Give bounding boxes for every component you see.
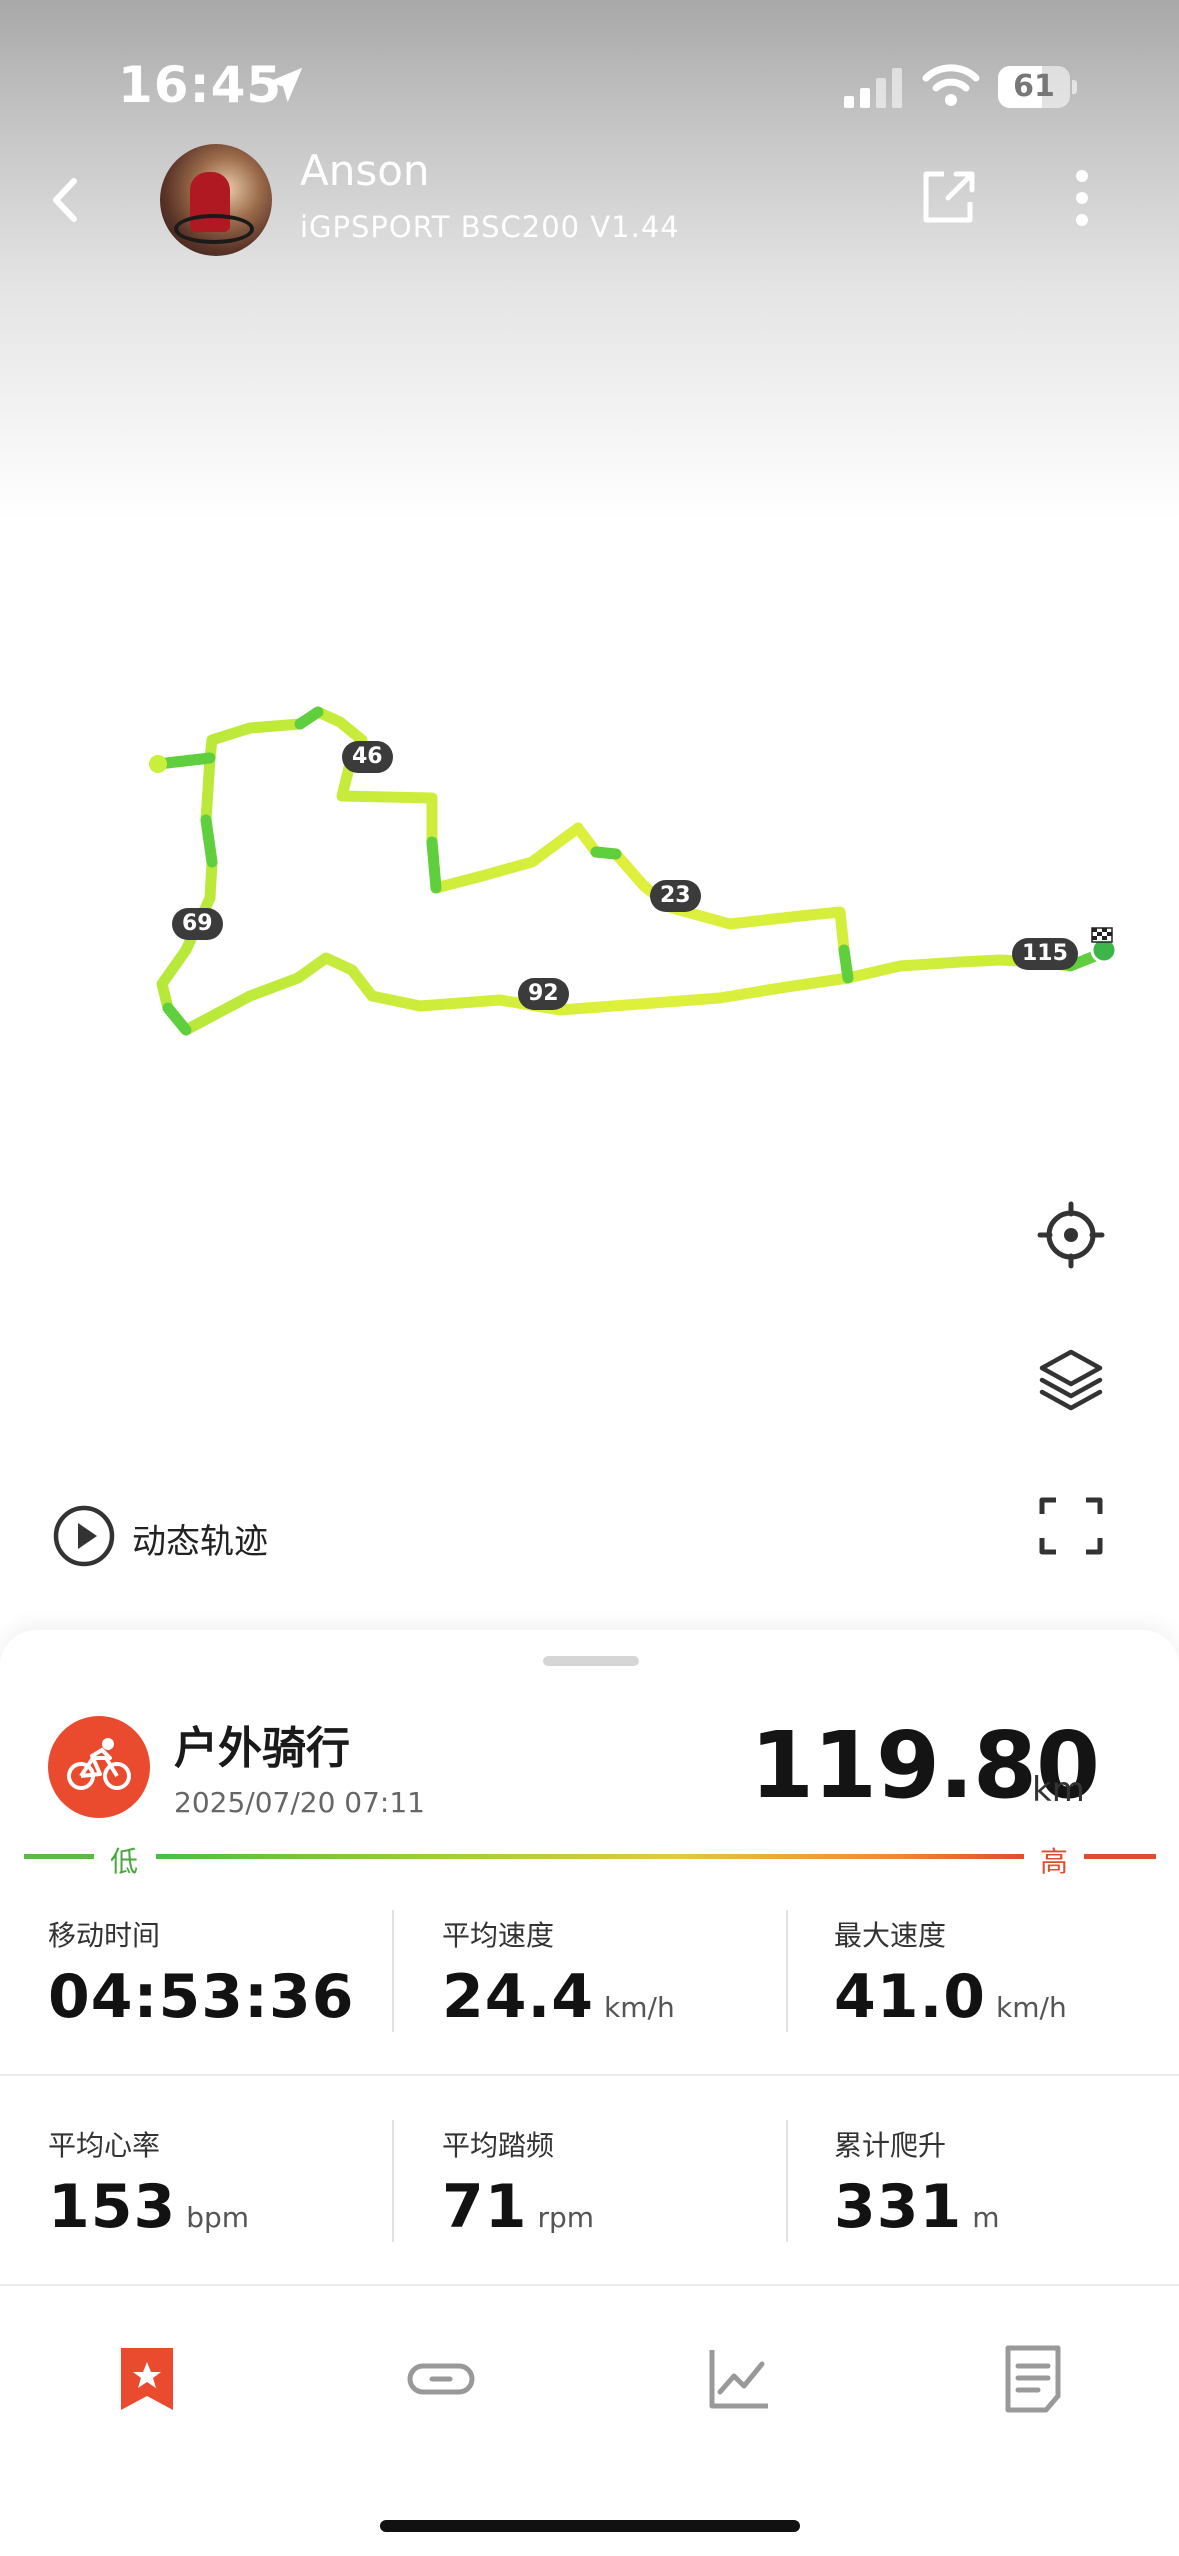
link-icon[interactable]	[406, 2344, 476, 2414]
chart-line-icon[interactable]	[704, 2344, 774, 2414]
km-marker: 46	[342, 741, 393, 773]
home-indicator[interactable]	[380, 2520, 800, 2532]
stat-value: 24.4 km/h	[442, 1962, 675, 2032]
divider	[392, 1910, 394, 2032]
stat-value: 41.0 km/h	[834, 1962, 1067, 2032]
divider	[392, 2120, 394, 2242]
stat-label: 移动时间	[48, 1919, 161, 1952]
divider	[0, 2074, 1179, 2076]
scale-high-label: 高	[1040, 1845, 1069, 1878]
route-start-point	[149, 755, 167, 773]
finish-flag-icon	[1091, 927, 1113, 943]
stat-label: 平均速度	[442, 1919, 555, 1952]
km-marker: 23	[650, 880, 701, 912]
km-marker: 69	[172, 908, 223, 940]
divider	[786, 1910, 788, 2032]
activity-type-badge	[48, 1716, 150, 1818]
scale-low-label: 低	[110, 1845, 139, 1878]
intensity-scale	[24, 1854, 1156, 1860]
document-icon[interactable]	[998, 2344, 1068, 2414]
play-circle-icon[interactable]	[52, 1504, 116, 1568]
playback-label[interactable]: 动态轨迹	[132, 1514, 268, 1563]
fullscreen-icon[interactable]	[1036, 1494, 1106, 1558]
km-marker: 115	[1012, 938, 1078, 970]
activity-date: 2025/07/20 07:11	[174, 1786, 425, 1819]
stat-value: 153 bpm	[48, 2172, 250, 2242]
stat-label: 平均心率	[48, 2129, 161, 2162]
bicycle-icon	[67, 1738, 131, 1790]
locate-icon[interactable]	[1036, 1200, 1106, 1270]
stat-value: 331 m	[834, 2172, 1000, 2242]
stat-label: 累计爬升	[834, 2129, 947, 2162]
stat-value: 71 rpm	[442, 2172, 595, 2242]
drag-handle[interactable]	[543, 1656, 639, 1666]
layers-icon[interactable]	[1036, 1346, 1106, 1416]
total-distance: 119.80	[750, 1712, 1100, 1819]
star-bookmark-icon[interactable]	[112, 2344, 182, 2414]
stat-label: 最大速度	[834, 1919, 947, 1952]
stat-value: 04:53:36	[48, 1962, 355, 2032]
divider	[0, 2284, 1179, 2286]
distance-unit: km	[1032, 1770, 1085, 1810]
km-marker: 92	[518, 978, 569, 1010]
route-track	[152, 706, 1112, 1036]
stat-label: 平均踏频	[442, 2129, 555, 2162]
divider	[786, 2120, 788, 2242]
activity-type: 户外骑行	[174, 1723, 350, 1774]
